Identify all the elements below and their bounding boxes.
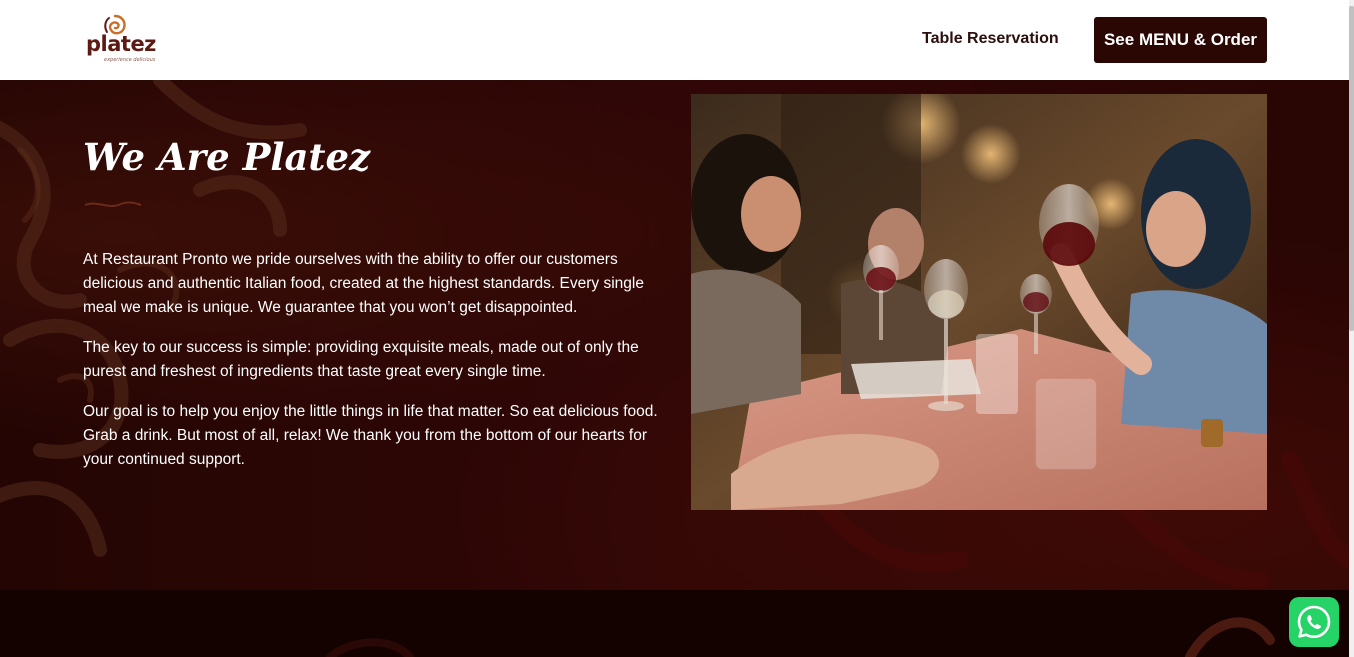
logo-wordmark: platez — [86, 32, 156, 56]
about-paragraph: At Restaurant Pronto we pride ourselves … — [83, 251, 644, 316]
scrollbar-thumb[interactable] — [1349, 6, 1354, 331]
logo-tagline: experience delicious — [104, 57, 156, 63]
section-title: We Are Platez — [83, 135, 371, 179]
title-divider — [84, 201, 142, 207]
restaurant-photo — [691, 94, 1267, 510]
see-menu-order-button[interactable]: See MENU & Order — [1094, 17, 1267, 63]
decorative-flourish — [326, 617, 1275, 657]
whatsapp-icon — [1297, 605, 1331, 638]
page-scrollbar[interactable] — [1349, 0, 1354, 657]
next-section — [0, 590, 1349, 657]
about-paragraph: Our goal is to help you enjoy the little… — [83, 403, 658, 468]
platez-logo[interactable]: platez experience delicious — [86, 12, 160, 64]
about-section: We Are Platez At Restaurant Pronto we pr… — [0, 80, 1349, 590]
about-text: At Restaurant Pronto we pride ourselves … — [83, 248, 673, 488]
whatsapp-chat-button[interactable] — [1289, 597, 1339, 647]
about-paragraph: The key to our success is simple: provid… — [83, 339, 639, 380]
nav-table-reservation[interactable]: Table Reservation — [922, 30, 1059, 48]
site-header: platez experience delicious Table Reserv… — [0, 0, 1354, 80]
